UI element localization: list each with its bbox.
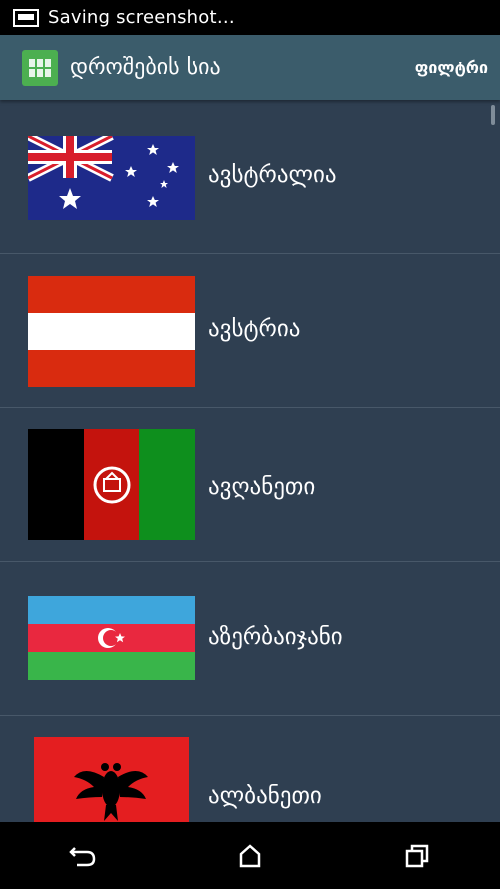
flag-list: ავსტრალია ავსტრია ავღანეთი აზერბაიჯანი ა… (0, 100, 500, 822)
list-item[interactable]: ალბანეთი (0, 716, 500, 822)
australia-flag (28, 136, 195, 220)
azerbaijan-flag (28, 596, 195, 680)
country-name: ავსტრია (208, 316, 301, 342)
list-item[interactable]: ავსტრალია (0, 100, 500, 254)
list-item[interactable]: აზერბაიჯანი (0, 562, 500, 716)
country-name: აზერბაიჯანი (208, 624, 343, 650)
status-bar: Saving screenshot… (0, 0, 500, 35)
filter-button[interactable]: ფილტრი (415, 35, 488, 100)
back-button[interactable] (53, 831, 113, 881)
country-name: ალბანეთი (208, 783, 322, 809)
page-title: დროშების სია (70, 55, 221, 80)
home-icon (239, 843, 261, 867)
action-bar: დროშების სია ფილტრი (0, 35, 500, 100)
list-item[interactable]: ავღანეთი (0, 408, 500, 562)
back-icon (69, 846, 96, 866)
list-item[interactable]: ავსტრია (0, 254, 500, 408)
navigation-bar (0, 822, 500, 889)
afghanistan-flag (28, 429, 195, 540)
country-name: ავსტრალია (208, 162, 337, 188)
albania-flag (34, 737, 189, 822)
recents-icon (405, 844, 428, 867)
status-text: Saving screenshot… (48, 7, 235, 28)
home-button[interactable] (220, 831, 280, 881)
grid-app-icon (22, 49, 58, 86)
screenshot-icon (13, 8, 39, 27)
recents-button[interactable] (387, 831, 447, 881)
scrollbar[interactable] (491, 105, 495, 125)
country-name: ავღანეთი (208, 474, 316, 500)
austria-flag (28, 276, 195, 387)
